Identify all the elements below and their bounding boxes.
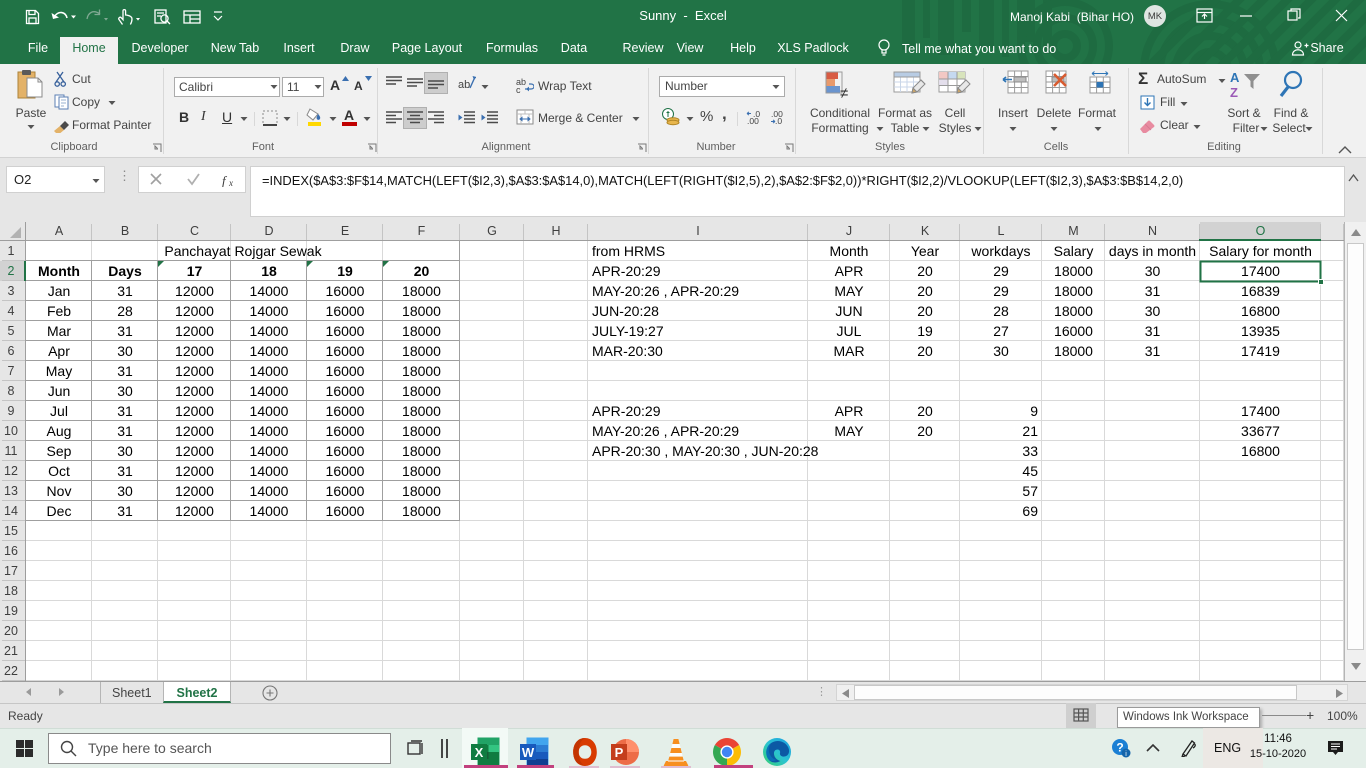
svg-text:≠: ≠ (840, 85, 848, 100)
svg-text:X: X (475, 745, 484, 760)
svg-text:ab: ab (458, 79, 470, 91)
svg-text:Z: Z (1230, 85, 1238, 100)
svg-text:W: W (522, 745, 535, 760)
svg-text:f: f (222, 173, 228, 187)
svg-text:P: P (615, 745, 624, 760)
svg-text:.0: .0 (753, 110, 760, 119)
svg-text:c: c (516, 85, 521, 93)
svg-text:A: A (1230, 70, 1240, 85)
svg-text:x: x (228, 178, 233, 187)
